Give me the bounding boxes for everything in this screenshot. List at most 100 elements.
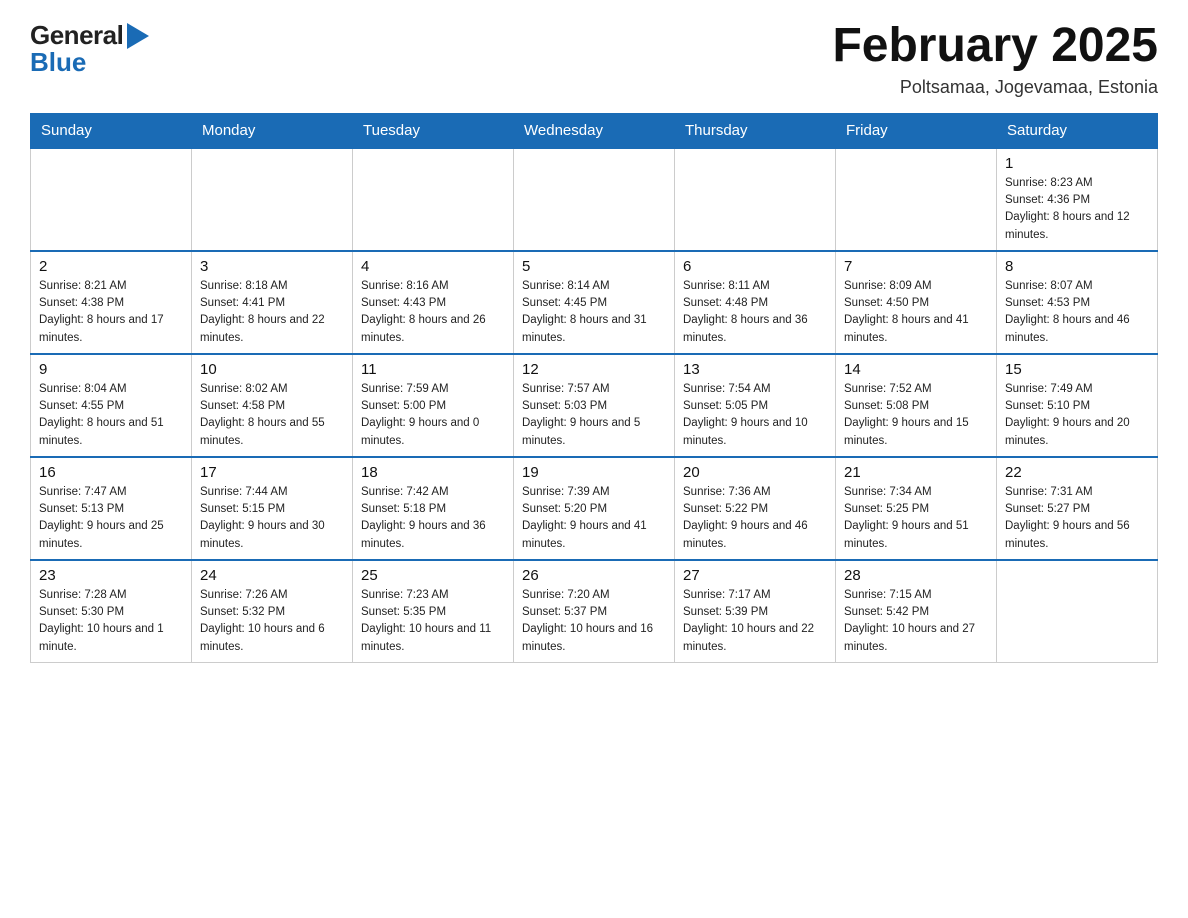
day-info: Sunrise: 7:47 AMSunset: 5:13 PMDaylight:… [39,484,183,553]
day-number: 28 [844,567,988,584]
day-number: 18 [361,464,505,481]
day-info: Sunrise: 8:14 AMSunset: 4:45 PMDaylight:… [522,278,666,347]
calendar-cell: 10 Sunrise: 8:02 AMSunset: 4:58 PMDayligh… [192,354,353,457]
day-info: Sunrise: 7:59 AMSunset: 5:00 PMDaylight:… [361,381,505,450]
calendar-cell: 25 Sunrise: 7:23 AMSunset: 5:35 PMDayligh… [353,560,514,663]
day-info: Sunrise: 7:57 AMSunset: 5:03 PMDaylight:… [522,381,666,450]
day-number: 2 [39,258,183,275]
calendar-cell: 7 Sunrise: 8:09 AMSunset: 4:50 PMDaylight… [836,251,997,354]
day-number: 3 [200,258,344,275]
day-info: Sunrise: 7:28 AMSunset: 5:30 PMDaylight:… [39,587,183,656]
day-number: 10 [200,361,344,378]
calendar-header-row: Sunday Monday Tuesday Wednesday Thursday… [31,113,1158,148]
logo-wrap: General Blue [30,20,149,78]
day-info: Sunrise: 7:20 AMSunset: 5:37 PMDaylight:… [522,587,666,656]
calendar-cell: 24 Sunrise: 7:26 AMSunset: 5:32 PMDayligh… [192,560,353,663]
day-number: 8 [1005,258,1149,275]
calendar-cell: 19 Sunrise: 7:39 AMSunset: 5:20 PMDayligh… [514,457,675,560]
day-info: Sunrise: 7:17 AMSunset: 5:39 PMDaylight:… [683,587,827,656]
day-info: Sunrise: 7:34 AMSunset: 5:25 PMDaylight:… [844,484,988,553]
day-info: Sunrise: 7:36 AMSunset: 5:22 PMDaylight:… [683,484,827,553]
day-number: 26 [522,567,666,584]
calendar-cell: 12 Sunrise: 7:57 AMSunset: 5:03 PMDayligh… [514,354,675,457]
calendar-cell [675,148,836,251]
day-number: 1 [1005,155,1149,172]
day-number: 14 [844,361,988,378]
calendar-cell [836,148,997,251]
week-row-1: 1 Sunrise: 8:23 AMSunset: 4:36 PMDaylight… [31,148,1158,251]
day-number: 9 [39,361,183,378]
day-number: 5 [522,258,666,275]
calendar-cell: 26 Sunrise: 7:20 AMSunset: 5:37 PMDayligh… [514,560,675,663]
day-info: Sunrise: 8:23 AMSunset: 4:36 PMDaylight:… [1005,175,1149,244]
calendar-cell [192,148,353,251]
calendar-cell: 27 Sunrise: 7:17 AMSunset: 5:39 PMDayligh… [675,560,836,663]
day-info: Sunrise: 7:31 AMSunset: 5:27 PMDaylight:… [1005,484,1149,553]
logo: General Blue [30,20,149,78]
day-info: Sunrise: 7:52 AMSunset: 5:08 PMDaylight:… [844,381,988,450]
calendar: Sunday Monday Tuesday Wednesday Thursday… [30,113,1158,663]
day-info: Sunrise: 8:04 AMSunset: 4:55 PMDaylight:… [39,381,183,450]
calendar-cell: 3 Sunrise: 8:18 AMSunset: 4:41 PMDaylight… [192,251,353,354]
calendar-cell: 13Sunrise: 7:54 AMSunset: 5:05 PMDayligh… [675,354,836,457]
calendar-cell: 18 Sunrise: 7:42 AMSunset: 5:18 PMDayligh… [353,457,514,560]
calendar-cell: 15 Sunrise: 7:49 AMSunset: 5:10 PMDayligh… [997,354,1158,457]
calendar-cell [997,560,1158,663]
calendar-cell: 9 Sunrise: 8:04 AMSunset: 4:55 PMDaylight… [31,354,192,457]
calendar-cell: 5 Sunrise: 8:14 AMSunset: 4:45 PMDaylight… [514,251,675,354]
subtitle: Poltsamaa, Jogevamaa, Estonia [832,77,1158,98]
day-number: 19 [522,464,666,481]
day-number: 6 [683,258,827,275]
day-info: Sunrise: 8:02 AMSunset: 4:58 PMDaylight:… [200,381,344,450]
calendar-cell: 23 Sunrise: 7:28 AMSunset: 5:30 PMDayligh… [31,560,192,663]
day-info: Sunrise: 7:15 AMSunset: 5:42 PMDaylight:… [844,587,988,656]
logo-arrow-icon [127,23,149,49]
col-friday: Friday [836,113,997,148]
col-sunday: Sunday [31,113,192,148]
day-info: Sunrise: 7:44 AMSunset: 5:15 PMDaylight:… [200,484,344,553]
calendar-cell: 8 Sunrise: 8:07 AMSunset: 4:53 PMDaylight… [997,251,1158,354]
calendar-cell: 11 Sunrise: 7:59 AMSunset: 5:00 PMDayligh… [353,354,514,457]
col-saturday: Saturday [997,113,1158,148]
day-info: Sunrise: 7:23 AMSunset: 5:35 PMDaylight:… [361,587,505,656]
day-info: Sunrise: 8:21 AMSunset: 4:38 PMDaylight:… [39,278,183,347]
page-title: February 2025 [832,20,1158,73]
day-info: Sunrise: 8:07 AMSunset: 4:53 PMDaylight:… [1005,278,1149,347]
title-area: February 2025 Poltsamaa, Jogevamaa, Esto… [832,20,1158,98]
day-number: 25 [361,567,505,584]
logo-blue-text: Blue [30,47,86,78]
day-info: Sunrise: 8:16 AMSunset: 4:43 PMDaylight:… [361,278,505,347]
calendar-cell [353,148,514,251]
day-number: 20 [683,464,827,481]
day-info: Sunrise: 8:18 AMSunset: 4:41 PMDaylight:… [200,278,344,347]
day-info: Sunrise: 7:26 AMSunset: 5:32 PMDaylight:… [200,587,344,656]
day-info: Sunrise: 7:49 AMSunset: 5:10 PMDaylight:… [1005,381,1149,450]
calendar-cell: 22Sunrise: 7:31 AMSunset: 5:27 PMDayligh… [997,457,1158,560]
calendar-cell [514,148,675,251]
day-number: 27 [683,567,827,584]
header: General Blue February 2025 Poltsamaa, Jo… [30,20,1158,98]
day-info: Sunrise: 8:11 AMSunset: 4:48 PMDaylight:… [683,278,827,347]
calendar-cell: 21Sunrise: 7:34 AMSunset: 5:25 PMDayligh… [836,457,997,560]
col-tuesday: Tuesday [353,113,514,148]
day-info: Sunrise: 7:39 AMSunset: 5:20 PMDaylight:… [522,484,666,553]
day-number: 23 [39,567,183,584]
calendar-cell: 1 Sunrise: 8:23 AMSunset: 4:36 PMDaylight… [997,148,1158,251]
day-info: Sunrise: 7:42 AMSunset: 5:18 PMDaylight:… [361,484,505,553]
day-number: 7 [844,258,988,275]
day-info: Sunrise: 8:09 AMSunset: 4:50 PMDaylight:… [844,278,988,347]
calendar-cell: 6 Sunrise: 8:11 AMSunset: 4:48 PMDaylight… [675,251,836,354]
day-number: 11 [361,361,505,378]
week-row-5: 23 Sunrise: 7:28 AMSunset: 5:30 PMDayligh… [31,560,1158,663]
week-row-2: 2 Sunrise: 8:21 AMSunset: 4:38 PMDaylight… [31,251,1158,354]
col-monday: Monday [192,113,353,148]
day-number: 15 [1005,361,1149,378]
day-number: 17 [200,464,344,481]
day-number: 4 [361,258,505,275]
day-info: Sunrise: 7:54 AMSunset: 5:05 PMDaylight:… [683,381,827,450]
day-number: 24 [200,567,344,584]
calendar-cell [31,148,192,251]
col-wednesday: Wednesday [514,113,675,148]
calendar-cell: 17 Sunrise: 7:44 AMSunset: 5:15 PMDayligh… [192,457,353,560]
day-number: 12 [522,361,666,378]
